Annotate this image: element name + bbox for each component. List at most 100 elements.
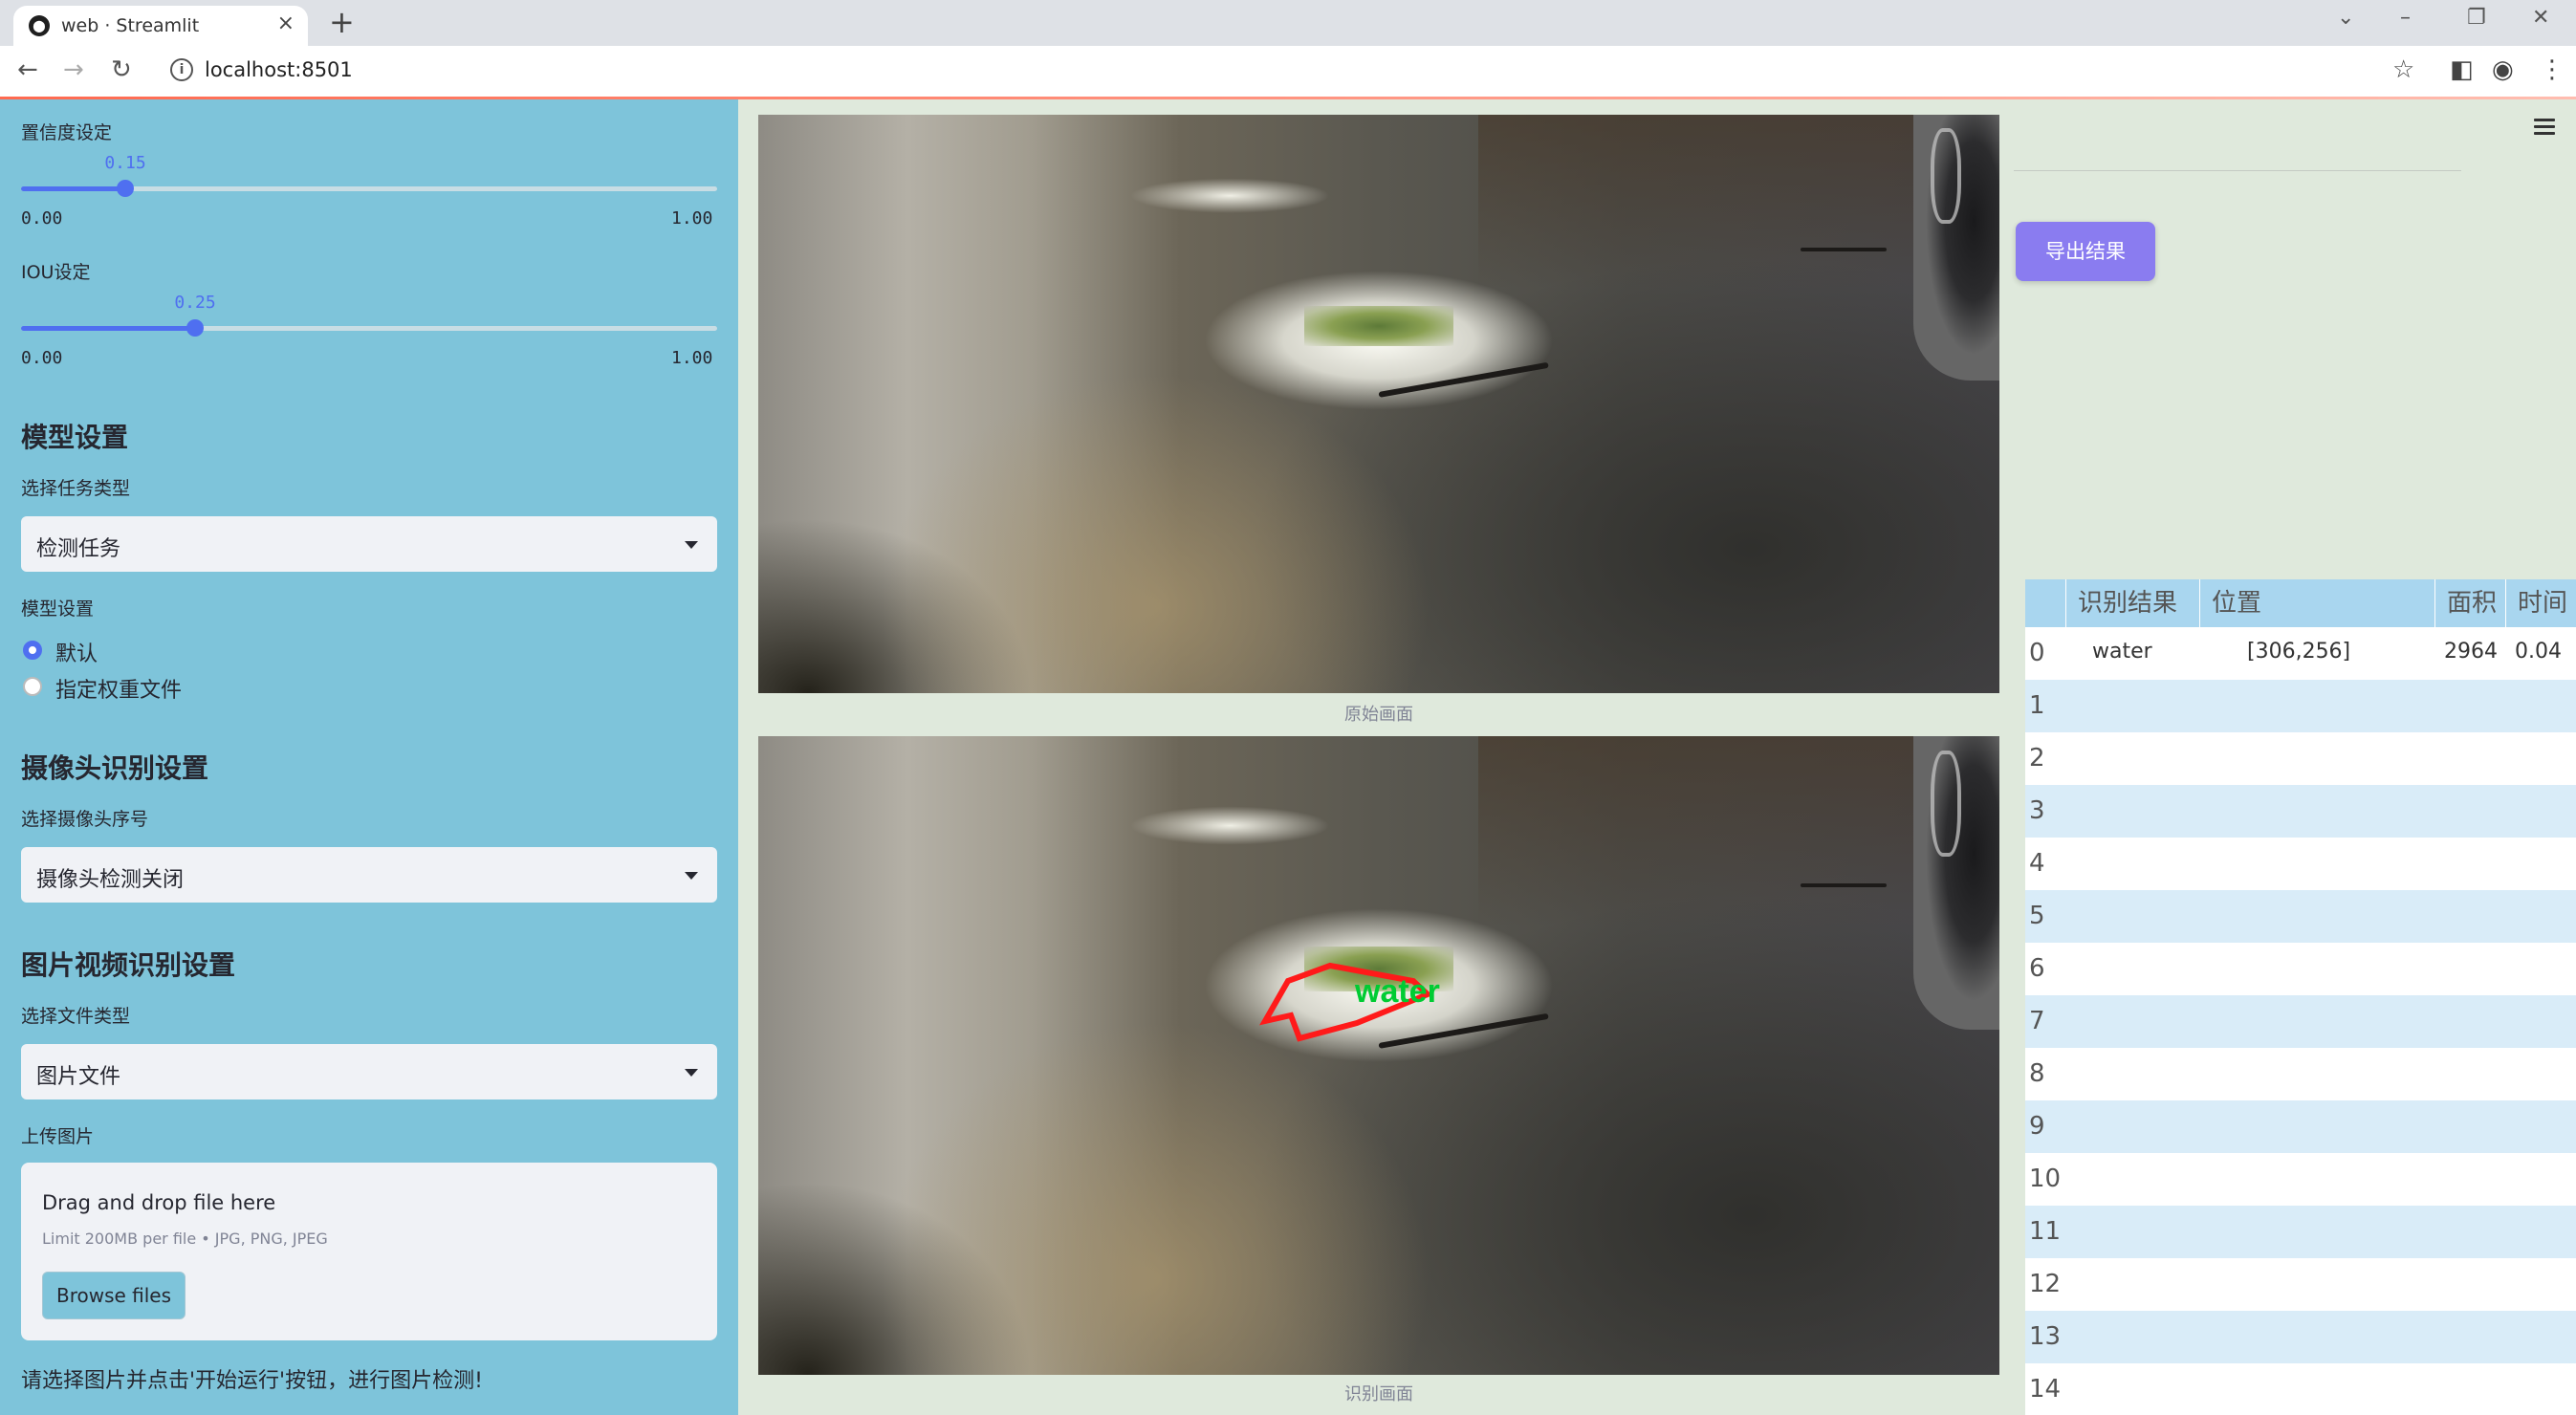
side-panel-icon[interactable]: ◧: [2450, 55, 2474, 84]
confidence-label: 置信度设定: [21, 122, 113, 143]
back-icon[interactable]: ←: [17, 55, 38, 84]
detection-label: water: [1354, 973, 1440, 1010]
cell-result: water: [2092, 640, 2152, 664]
table-row[interactable]: 12: [2025, 1258, 2576, 1311]
table-row[interactable]: 4: [2025, 838, 2576, 890]
table-row[interactable]: 8: [2025, 1048, 2576, 1100]
row-index: 7: [2029, 1007, 2045, 1035]
table-row[interactable]: 9: [2025, 1100, 2576, 1153]
table-row[interactable]: 1: [2025, 680, 2576, 732]
site-info-icon[interactable]: i: [170, 58, 193, 81]
radio-custom-weights[interactable]: [23, 677, 42, 696]
tab-search-icon[interactable]: ⌄: [2337, 6, 2354, 30]
table-row[interactable]: 2: [2025, 732, 2576, 785]
row-index: 14: [2029, 1375, 2062, 1404]
table-row[interactable]: 5: [2025, 890, 2576, 943]
table-row[interactable]: 11: [2025, 1206, 2576, 1258]
table-row[interactable]: 10: [2025, 1153, 2576, 1206]
iou-slider-handle[interactable]: [186, 319, 204, 337]
iou-min: 0.00: [21, 348, 63, 368]
table-row[interactable]: 3: [2025, 785, 2576, 838]
row-index: 8: [2029, 1059, 2045, 1088]
row-index: 0: [2029, 639, 2045, 667]
file-uploader-dropzone[interactable]: Drag and drop file here Limit 200MB per …: [21, 1163, 717, 1340]
confidence-max: 1.00: [671, 208, 713, 229]
radio-custom-weights-label[interactable]: 指定权重文件: [55, 673, 182, 704]
column-header-time[interactable]: 时间: [2505, 579, 2576, 627]
browser-tab-bar: ⬤ web · Streamlit × + ⌄ – ❐ ✕: [0, 0, 2576, 46]
close-window-icon[interactable]: ✕: [2532, 6, 2549, 30]
table-row[interactable]: 6: [2025, 943, 2576, 995]
browser-menu-icon[interactable]: ⋮: [2540, 55, 2565, 84]
cell-time: 0.04: [2515, 640, 2562, 664]
reload-icon[interactable]: ↻: [111, 55, 132, 84]
row-index: 4: [2029, 849, 2045, 878]
tab-title: web · Streamlit: [61, 15, 200, 36]
confidence-min: 0.00: [21, 208, 63, 229]
hamburger-menu-icon[interactable]: [2534, 119, 2555, 135]
streamlit-favicon-icon: ⬤: [29, 15, 50, 36]
iou-slider-fill: [21, 326, 195, 331]
browse-files-button[interactable]: Browse files: [42, 1272, 186, 1319]
upload-limit-text: Limit 200MB per file • JPG, PNG, JPEG: [42, 1230, 328, 1248]
row-index: 3: [2029, 796, 2045, 825]
browser-address-bar: ← → ↻ i localhost:8501 ☆ ◧ ◉ ⋮: [0, 46, 2576, 98]
restore-icon[interactable]: ❐: [2467, 6, 2486, 30]
table-row[interactable]: 0 water [306,256] 2964 0.04: [2025, 627, 2576, 680]
camera-index-select[interactable]: 摄像头检测关闭: [21, 847, 717, 903]
iou-value: 0.25: [174, 293, 216, 313]
iou-slider[interactable]: [21, 319, 717, 337]
row-index: 1: [2029, 691, 2045, 720]
camera-index-selected: 摄像头检测关闭: [36, 868, 185, 892]
export-results-button[interactable]: 导出结果: [2016, 222, 2155, 281]
minimize-icon[interactable]: –: [2400, 6, 2411, 30]
sidebar: 置信度设定 0.15 0.00 1.00 IOU设定 0.25 0.00 1.0…: [0, 99, 738, 1415]
table-header: 识别结果 位置 面积 时间: [2025, 579, 2576, 627]
confidence-slider[interactable]: [21, 180, 717, 197]
task-type-label: 选择任务类型: [21, 478, 131, 499]
instruction-text: 请选择图片并点击'开始运行'按钮，进行图片检测!: [21, 1369, 483, 1393]
upload-drag-text: Drag and drop file here: [42, 1191, 276, 1214]
results-table[interactable]: 识别结果 位置 面积 时间 0 water [306,256] 2964 0.04 1 2 3…: [2025, 579, 2576, 1415]
model-settings-heading: 模型设置: [21, 422, 129, 453]
row-index: 6: [2029, 954, 2045, 983]
bookmark-star-icon[interactable]: ☆: [2392, 55, 2414, 84]
table-row[interactable]: 7: [2025, 995, 2576, 1048]
forward-icon[interactable]: →: [63, 55, 84, 84]
chevron-down-icon: [685, 1069, 698, 1077]
upload-label: 上传图片: [21, 1126, 95, 1147]
row-index: 2: [2029, 744, 2045, 773]
table-row[interactable]: 14: [2025, 1363, 2576, 1415]
camera-settings-heading: 摄像头识别设置: [21, 752, 209, 784]
tire-rim: [1931, 127, 1961, 225]
original-image-caption: 原始画面: [1344, 705, 1413, 725]
column-header-area[interactable]: 面积: [2434, 579, 2505, 627]
confidence-slider-handle[interactable]: [117, 180, 134, 197]
new-tab-icon[interactable]: +: [329, 4, 355, 40]
iou-max: 1.00: [671, 348, 713, 368]
file-type-select[interactable]: 图片文件: [21, 1044, 717, 1099]
table-row[interactable]: 13: [2025, 1311, 2576, 1363]
radio-default-label[interactable]: 默认: [55, 637, 98, 667]
media-settings-heading: 图片视频识别设置: [21, 949, 236, 981]
column-header-position[interactable]: 位置: [2199, 579, 2434, 627]
profile-avatar-icon[interactable]: ◉: [2492, 55, 2514, 84]
url-field[interactable]: localhost:8501: [205, 58, 353, 81]
row-index: 10: [2029, 1165, 2062, 1193]
column-header-result[interactable]: 识别结果: [2065, 579, 2199, 627]
task-type-selected: 检测任务: [36, 537, 121, 561]
radio-default[interactable]: [23, 641, 42, 660]
file-type-selected: 图片文件: [36, 1065, 121, 1089]
file-type-label: 选择文件类型: [21, 1006, 131, 1027]
model-settings-label: 模型设置: [21, 599, 95, 620]
divider: [2014, 170, 2461, 171]
task-type-select[interactable]: 检测任务: [21, 516, 717, 572]
close-tab-icon[interactable]: ×: [277, 11, 295, 35]
chevron-down-icon: [685, 541, 698, 549]
puddle: [1304, 305, 1453, 346]
detection-overlay: water: [1259, 962, 1440, 1042]
browser-tab[interactable]: ⬤ web · Streamlit ×: [13, 6, 308, 46]
result-image: water: [758, 736, 1999, 1375]
row-index: 12: [2029, 1270, 2062, 1298]
row-index: 11: [2029, 1217, 2062, 1246]
